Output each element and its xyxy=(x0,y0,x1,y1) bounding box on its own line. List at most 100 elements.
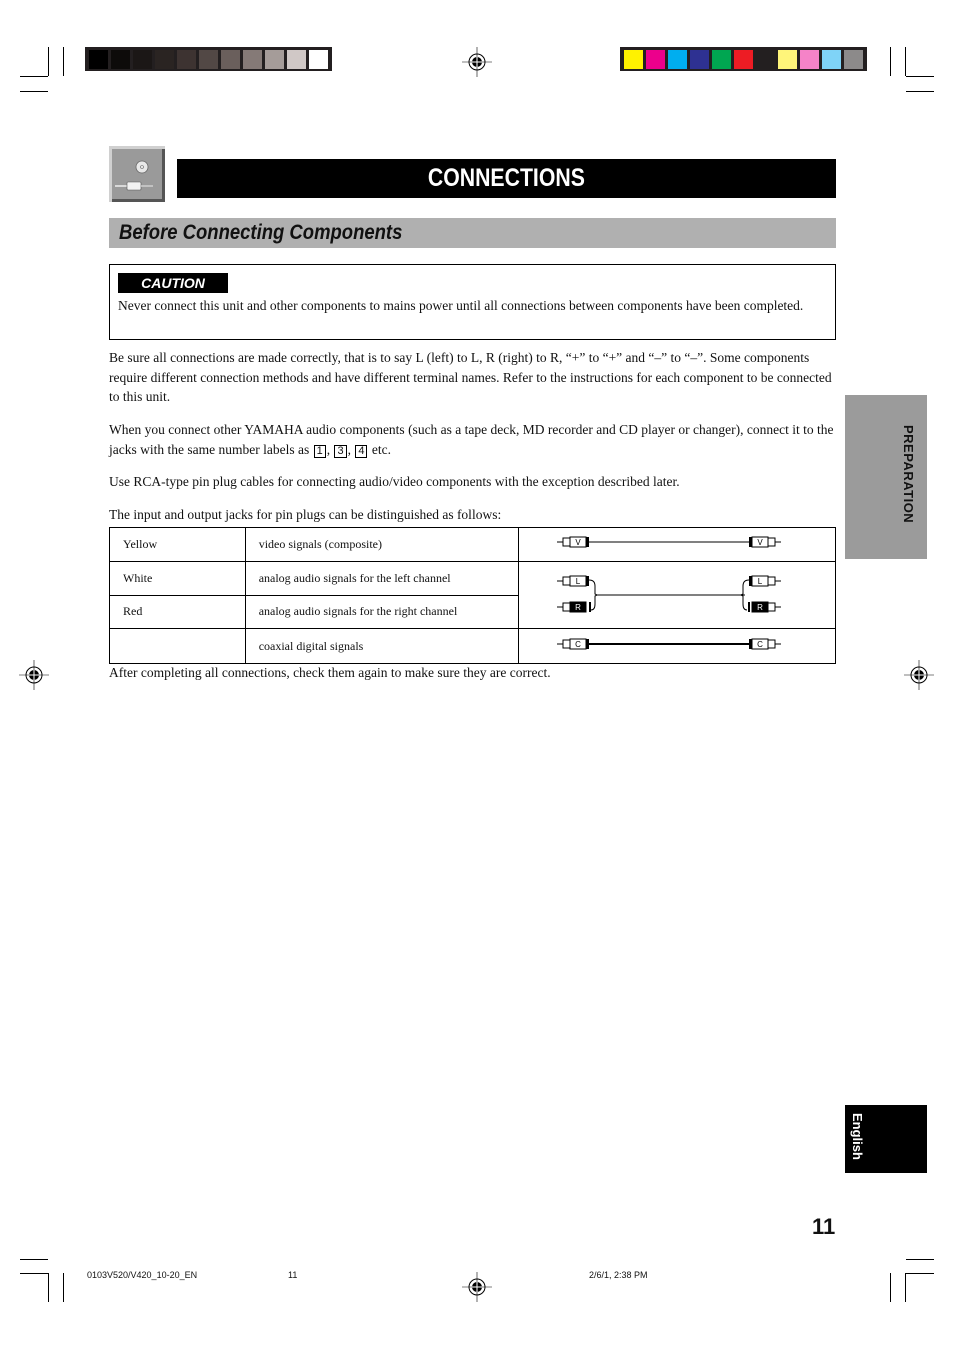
calibration-swatch xyxy=(756,49,775,69)
audio-cable-diagram: L R L R xyxy=(518,561,836,629)
calibration-swatch xyxy=(155,49,174,69)
section-tab-label: PREPARATION xyxy=(901,425,916,524)
section-icon xyxy=(109,146,165,202)
calibration-swatch xyxy=(668,49,687,69)
crop-mark xyxy=(906,76,934,77)
page-number: 11 xyxy=(812,1214,836,1239)
footer-date: 2/6/1, 2:38 PM xyxy=(589,1270,648,1280)
calibration-swatch xyxy=(734,49,753,69)
footer-file-name: 0103V520/V420_10-20_EN xyxy=(87,1270,198,1280)
crop-mark xyxy=(906,1259,934,1260)
jack-color xyxy=(109,628,246,664)
table-row: Yellow video signals (composite) V V xyxy=(109,527,836,562)
paragraph-text: When you connect other YAMAHA audio comp… xyxy=(109,422,834,457)
grayscale-calibration-bar xyxy=(85,47,332,71)
crop-mark xyxy=(905,47,906,76)
language-tab-english: English xyxy=(845,1105,927,1173)
jack-signal: analog audio signals for the left channe… xyxy=(244,561,520,596)
plug-label: V xyxy=(575,538,581,547)
crop-mark xyxy=(890,47,891,76)
video-cable-diagram: V V xyxy=(518,527,836,562)
crop-mark xyxy=(20,1273,48,1274)
plug-label: L xyxy=(758,577,763,586)
plug-label: V xyxy=(757,538,763,547)
caution-label: CAUTION xyxy=(118,273,228,293)
plug-right-icon: C xyxy=(749,638,781,650)
crop-mark xyxy=(20,76,48,77)
calibration-swatch xyxy=(89,49,108,69)
jack-number-label: 3 xyxy=(334,444,347,458)
language-tab-label: English xyxy=(850,1113,865,1160)
page-title-text: CONNECTIONS xyxy=(427,164,586,192)
caution-text: Never connect this unit and other compon… xyxy=(118,298,804,313)
crop-mark xyxy=(906,91,934,92)
registration-mark-icon xyxy=(19,660,49,690)
plug-label: L xyxy=(576,577,581,586)
coaxial-cable-diagram: C C xyxy=(518,628,836,664)
calibration-swatch xyxy=(800,49,819,69)
jack-color: Yellow xyxy=(109,527,246,562)
calibration-swatch xyxy=(822,49,841,69)
crop-mark xyxy=(890,1273,891,1302)
plug-right-l-icon: L xyxy=(749,575,781,587)
plug-left-icon: V xyxy=(557,536,589,548)
calibration-swatch xyxy=(265,49,284,69)
jack-color: White xyxy=(109,561,246,596)
crop-mark xyxy=(48,1273,49,1302)
crop-mark xyxy=(48,47,49,76)
calibration-swatch xyxy=(287,49,306,69)
crop-mark xyxy=(906,1273,934,1274)
calibration-swatch xyxy=(199,49,218,69)
connection-cable-icon xyxy=(115,160,153,191)
plug-label: R xyxy=(575,603,581,612)
calibration-swatch xyxy=(111,49,130,69)
footer-page: 11 xyxy=(288,1270,298,1280)
paragraph-jack-intro: The input and output jacks for pin plugs… xyxy=(109,507,502,522)
plug-label: R xyxy=(757,603,763,612)
table-row: White analog audio signals for the left … xyxy=(109,561,836,629)
calibration-swatch xyxy=(646,49,665,69)
crop-mark xyxy=(63,47,64,76)
plug-left-l-icon: L xyxy=(557,575,589,587)
jack-number-label: 1 xyxy=(313,444,326,458)
calibration-swatch xyxy=(712,49,731,69)
plug-left-icon: C xyxy=(557,638,589,650)
registration-mark-icon xyxy=(462,47,492,77)
calibration-swatch xyxy=(133,49,152,69)
calibration-swatch xyxy=(690,49,709,69)
jack-table: Yellow video signals (composite) V V Whi… xyxy=(109,527,836,664)
jack-signal: video signals (composite) xyxy=(244,527,520,562)
crop-mark xyxy=(20,91,48,92)
calibration-swatch xyxy=(778,49,797,69)
paragraph-yamaha-components: When you connect other YAMAHA audio comp… xyxy=(109,422,834,458)
paragraph-rca-cables: Use RCA-type pin plug cables for connect… xyxy=(109,474,680,489)
section-heading-text: Before Connecting Components xyxy=(119,221,403,244)
calibration-swatch xyxy=(624,49,643,69)
registration-mark-icon xyxy=(904,660,934,690)
paragraph-check-again: After completing all connections, check … xyxy=(109,665,551,680)
section-heading: Before Connecting Components xyxy=(109,218,836,248)
jack-color: Red xyxy=(109,594,246,629)
calibration-swatch xyxy=(177,49,196,69)
jack-signal: coaxial digital signals xyxy=(244,628,520,664)
registration-mark-icon xyxy=(462,1272,492,1302)
paragraph-text: etc. xyxy=(371,441,391,457)
jack-number-label: 4 xyxy=(355,444,368,458)
plug-label: C xyxy=(757,640,763,649)
crop-mark xyxy=(63,1273,64,1302)
color-calibration-bar xyxy=(620,47,867,71)
jack-signal: analog audio signals for the right chann… xyxy=(244,594,520,629)
table-row: coaxial digital signals C C xyxy=(109,628,836,664)
caution-box: CAUTION Never connect this unit and othe… xyxy=(109,264,836,340)
plug-label: C xyxy=(575,640,581,649)
calibration-swatch xyxy=(309,49,328,69)
plug-right-r-icon: R xyxy=(748,601,781,613)
section-tab-preparation: PREPARATION xyxy=(845,395,927,559)
paragraph-connections-correct: Be sure all connections are made correct… xyxy=(109,350,832,404)
crop-mark xyxy=(905,1273,906,1302)
calibration-swatch xyxy=(844,49,863,69)
plug-right-icon: V xyxy=(749,536,781,548)
crop-mark xyxy=(20,1259,48,1260)
calibration-swatch xyxy=(243,49,262,69)
plug-left-r-icon: R xyxy=(557,601,591,613)
